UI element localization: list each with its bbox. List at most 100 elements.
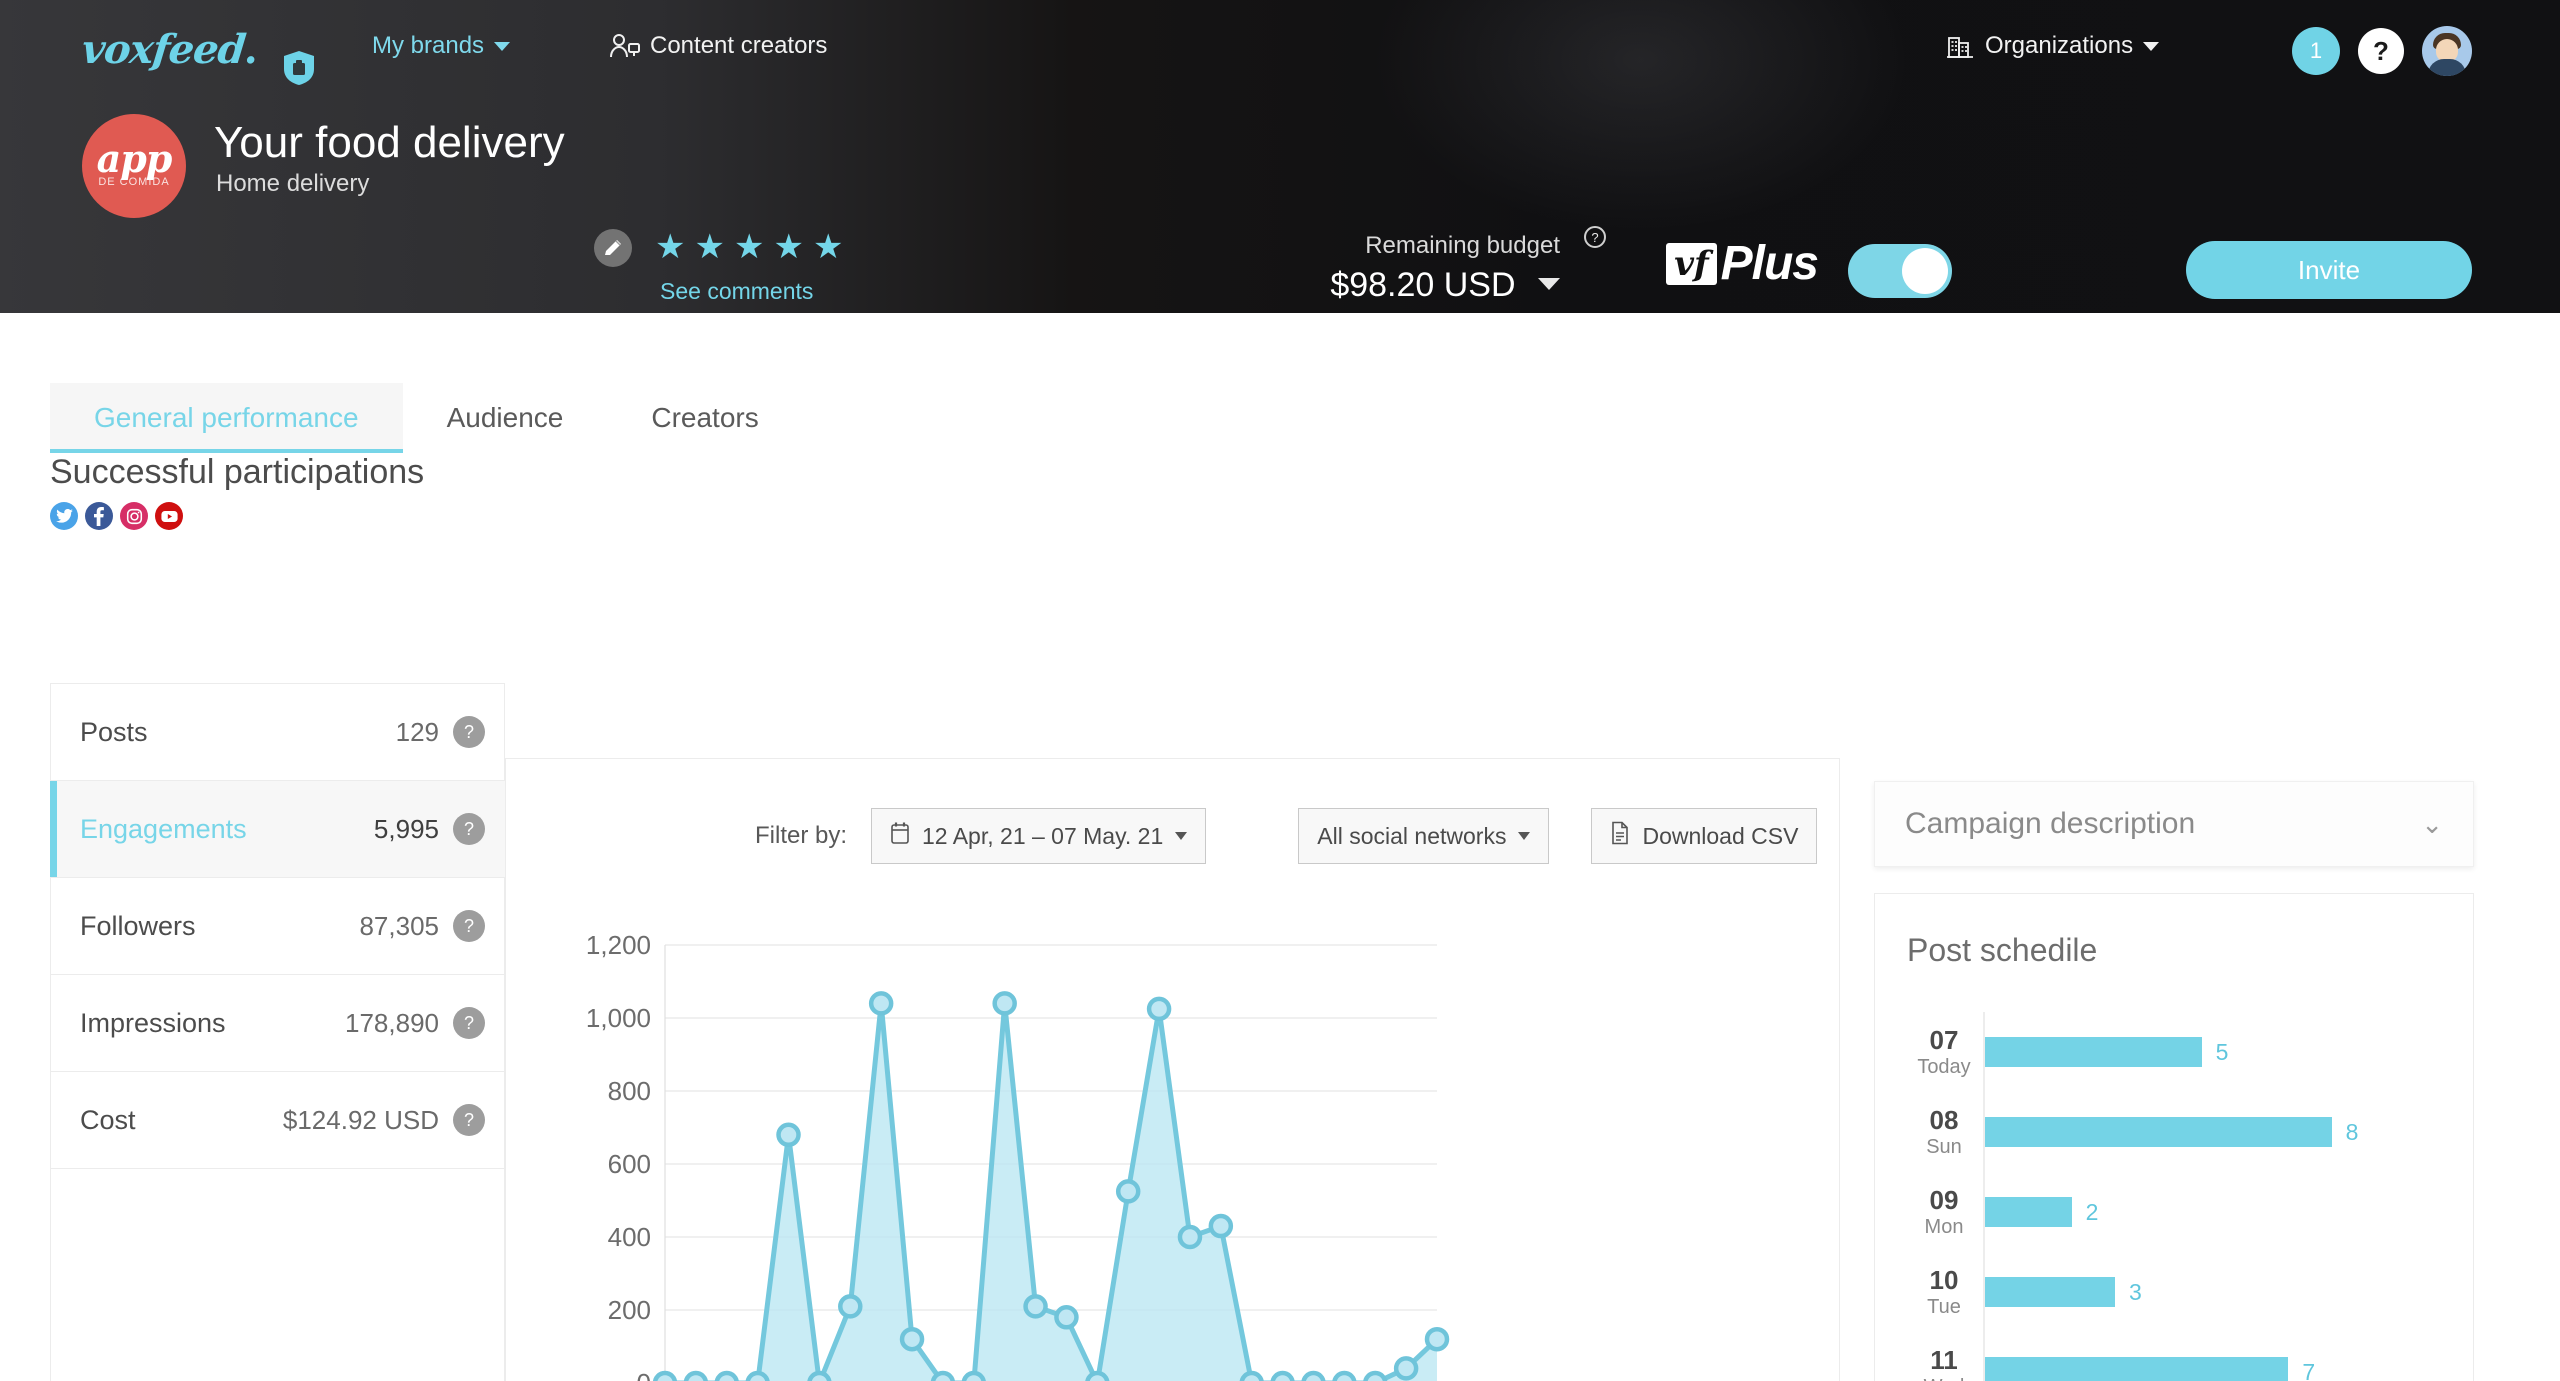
budget-help-icon[interactable]: ? [1584,226,1606,248]
subtab-general-performance-label: General performance [94,402,359,433]
subtab-creators[interactable]: Creators [607,383,802,453]
facebook-icon[interactable] [85,502,113,530]
metric-value: 87,305 [359,910,439,941]
people-icon [610,32,640,60]
subtab-general-performance[interactable]: General performance [50,383,403,453]
brand-avatar[interactable]: app DE COMIDA [82,114,186,218]
schedule-row[interactable]: 07 Today 5 [1905,1012,2445,1092]
metric-row-followers[interactable]: Followers 87,305 ? [50,878,505,975]
voxfeed-logo[interactable]: voxfeed. [80,26,261,73]
metric-row-impressions[interactable]: Impressions 178,890 ? [50,975,505,1072]
metric-row-cost[interactable]: Cost $124.92 USD ? [50,1072,505,1169]
nav-organizations-label: Organizations [1985,32,2134,59]
schedule-bar-group: 8 [1985,1117,2358,1147]
help-icon[interactable]: ? [453,910,485,942]
chevron-down-icon [1175,832,1188,840]
help-icon[interactable]: ? [453,813,485,845]
notification-badge[interactable]: 1 [2292,27,2340,75]
chart-data-point [1270,1370,1295,1381]
instagram-icon[interactable] [120,502,148,530]
schedule-day-name: Tue [1927,1296,1961,1318]
chart-svg: 0 200 400 600 800 1,000 1,200 [586,930,1450,1381]
download-csv-label: Download CSV [1642,822,1799,849]
plus-toggle[interactable] [1848,244,1952,298]
nav-content-creators[interactable]: Content creators [610,32,827,60]
help-icon[interactable]: ? [2358,28,2404,74]
chevron-down-icon [2143,41,2160,51]
schedule-row[interactable]: 11 Wed 7 [1905,1332,2445,1381]
download-csv-button[interactable]: Download CSV [1591,808,1818,864]
chart-data-point [1146,996,1172,1022]
help-icon[interactable]: ? [453,716,485,748]
page-body: General performance Audience Creators Su… [0,313,2560,1381]
schedule-bar-group: 7 [1985,1357,2315,1381]
chart-y-tick-label: 400 [608,1222,651,1252]
nav-organizations[interactable]: Organizations [1945,32,2160,60]
nav-my-brands[interactable]: My brands [372,32,511,60]
filter-by-label: Filter by: [755,822,848,849]
date-range-picker[interactable]: 12 Apr, 21 – 07 May. 21 [871,808,1207,864]
rating-stars: ★ ★ ★ ★ ★ [655,230,843,264]
edit-pencil-icon[interactable] [594,229,632,267]
chart-data-point [745,1370,770,1381]
subtab-audience[interactable]: Audience [403,383,608,453]
metric-label: Impressions [80,1007,226,1038]
chart-y-tick-label: 800 [608,1076,651,1106]
schedule-day-number: 07 [1929,1025,1959,1055]
metric-label: Cost [80,1104,136,1135]
chevron-down-icon[interactable] [1538,278,1560,290]
nav-content-creators-label: Content creators [650,32,828,59]
schedule-day-number: 10 [1929,1265,1959,1295]
chart-data-point [1239,1370,1264,1381]
metric-value: 5,995 [373,813,439,844]
chart-data-point [714,1370,739,1381]
page-subtitle: Home delivery [216,170,370,197]
remaining-budget[interactable]: Remaining budget ? $98.20 USD [1230,226,1606,305]
invite-button[interactable]: Invite [2186,241,2472,299]
schedule-day-number: 11 [1930,1345,1958,1375]
schedule-row[interactable]: 10 Tue 3 [1905,1252,2445,1332]
schedule-day: 09 Mon [1905,1185,1983,1239]
chart-data-point [652,1370,678,1381]
filter-bar: Filter by: 12 Apr, 21 – 07 May. 21 All s… [755,808,1818,864]
subtab-audience-label: Audience [446,402,564,433]
social-network-icons [50,502,505,530]
chart-data-point [992,991,1017,1016]
social-network-select[interactable]: All social networks [1298,808,1550,864]
star-icon: ★ [812,228,844,266]
subtab-creators-label: Creators [651,402,759,433]
chart-data-point [1332,1370,1357,1381]
help-icon[interactable]: ? [453,1104,485,1136]
document-icon [1610,821,1630,851]
engagements-area-chart[interactable]: 0 200 400 600 800 1,000 1,200 [555,923,1455,1381]
schedule-day: 07 Today [1905,1025,1983,1079]
schedule-row[interactable]: 09 Mon 2 [1905,1172,2445,1252]
brand-shield-icon [282,50,316,86]
chart-data-point [807,1370,832,1381]
metric-row-posts[interactable]: Posts 129 ? [50,684,505,781]
schedule-day-name: Today [1917,1056,1971,1078]
twitter-icon[interactable] [50,502,78,530]
metric-row-engagements[interactable]: Engagements 5,995 ? [50,781,505,878]
schedule-bar [1985,1117,2332,1147]
star-icon: ★ [655,228,686,266]
avatar-body [2428,59,2466,76]
youtube-icon[interactable] [155,502,183,530]
remaining-budget-label: Remaining budget [1365,232,1560,259]
campaign-description-panel[interactable]: Campaign description ⌄ [1874,781,2474,867]
vf-mark: vf [1666,242,1717,285]
chart-data-point [961,1370,986,1381]
chart-data-point [1115,1179,1141,1204]
chart-data-point [1363,1370,1388,1381]
chevron-down-icon[interactable]: ⌄ [2421,809,2443,840]
metric-value: $124.92 USD [282,1104,439,1135]
schedule-bar [1985,1277,2115,1307]
chart-data-point [1301,1370,1326,1381]
post-schedule-card: Post schedile 07 Today 5 08 Sun 8 09 Mon… [1874,893,2474,1381]
help-icon[interactable]: ? [453,1007,485,1039]
schedule-row[interactable]: 08 Sun 8 [1905,1092,2445,1172]
schedule-value: 2 [2085,1198,2099,1225]
avatar[interactable] [2422,26,2472,76]
schedule-bar-group: 2 [1985,1197,2098,1227]
see-comments-link[interactable]: See comments [660,278,813,305]
